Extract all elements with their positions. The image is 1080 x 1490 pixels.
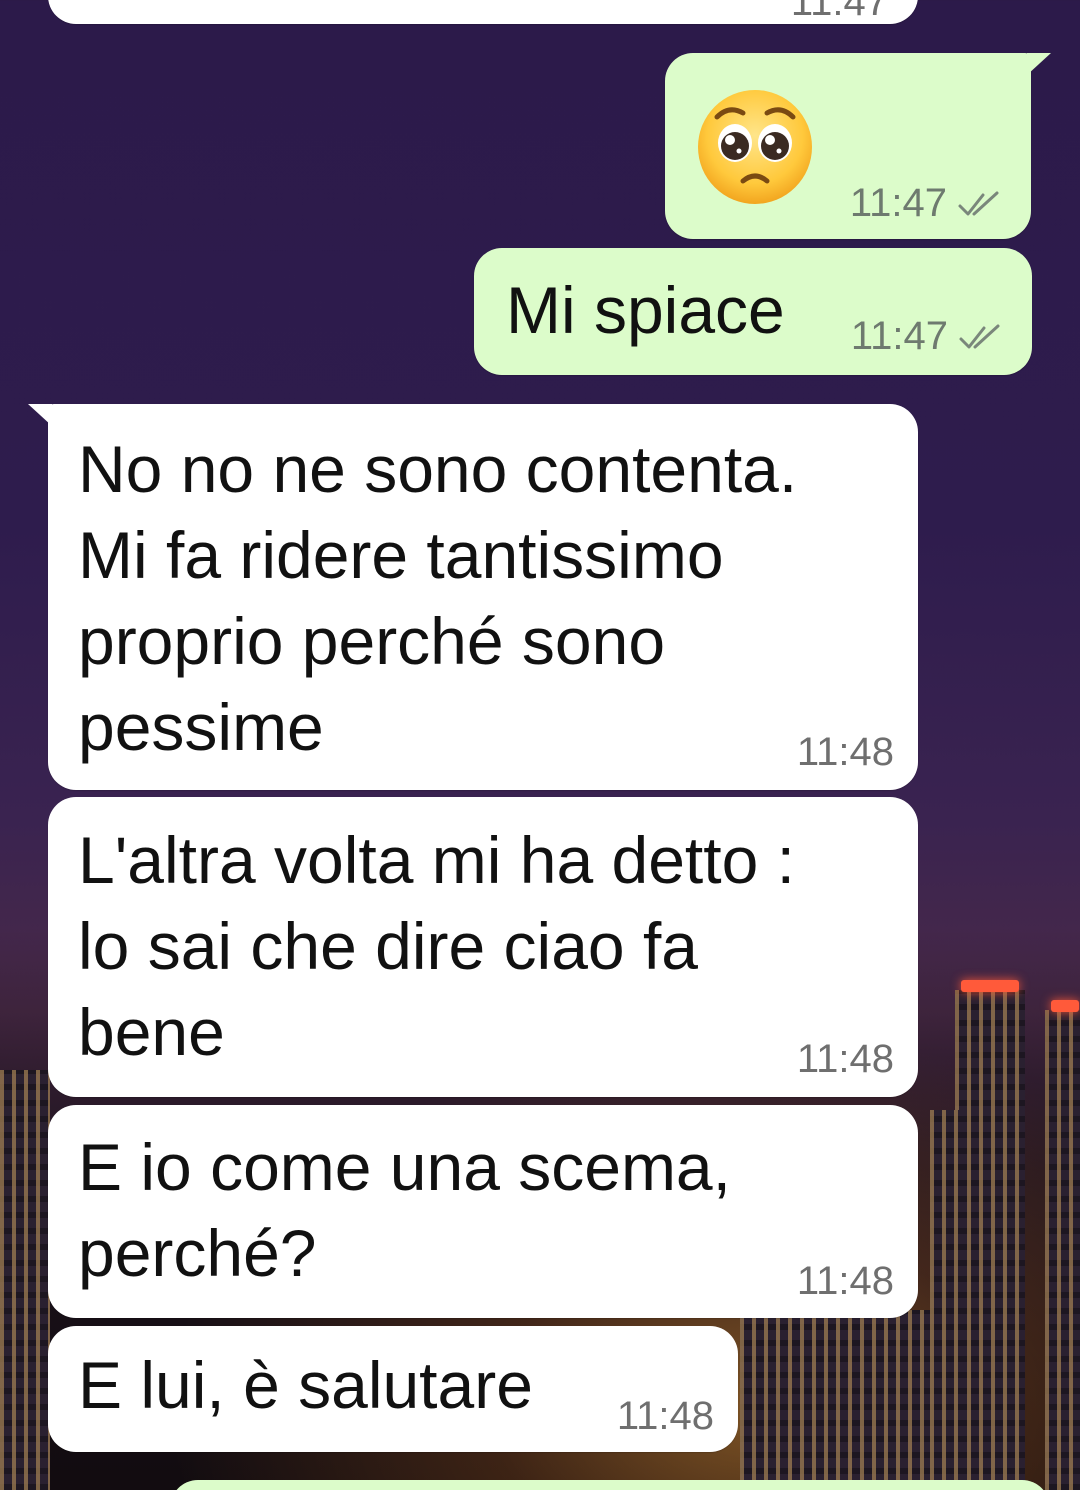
message-time-text: 11:48 [796,1037,894,1081]
double-check-read-icon [958,191,999,215]
message-time-text: 11:47 [849,181,947,225]
message-time-text: 11:48 [796,730,894,774]
message-meta: 11:47 [851,314,1002,359]
building-decoration [740,1310,930,1490]
message-meta: 11:47 [850,181,1001,226]
message-time-text: 11:48 [796,1259,894,1303]
message-time-text: 11:48 [616,1394,714,1438]
message-bubble-outgoing[interactable]: Mi spiace 11:47 [474,248,1032,375]
message-meta: 11:48 [617,1394,714,1439]
message-bubble-outgoing-partial[interactable] [170,1480,1050,1490]
message-bubble-incoming[interactable]: No no ne sono contenta. Mi fa ridere tan… [28,404,918,790]
message-bubble-incoming[interactable]: L'altra volta mi ha detto : lo sai che d… [48,797,918,1097]
message-bubble-outgoing[interactable]: 11:47 [665,53,1051,239]
bubble-tail [1027,53,1051,75]
message-text: L'altra volta mi ha detto : lo sai che d… [78,823,795,1069]
building-decoration [930,1110,960,1490]
building-decoration [955,980,1025,1490]
message-time: 11:47 [791,0,888,25]
message-time-text: 11:47 [850,314,948,358]
message-bubble-incoming[interactable]: E lui, è salutare 11:48 [48,1326,738,1452]
message-bubble-partial[interactable]: 11:47 [48,0,918,24]
building-decoration [0,1070,50,1490]
message-text: No no ne sono contenta. Mi fa ridere tan… [78,432,798,764]
message-time-text: 11:47 [790,0,888,24]
message-text: E lui, è salutare [78,1348,533,1422]
message-text: E io come una scema, perché? [78,1130,731,1290]
message-bubble-incoming[interactable]: E io come una scema, perché? 11:48 [48,1105,918,1318]
double-check-read-icon [959,324,1000,348]
message-text: Mi spiace [506,273,785,347]
message-meta: 11:48 [797,1037,894,1082]
bubble-tail [28,404,52,426]
message-meta: 11:48 [797,1259,894,1304]
pleading-face-emoji-icon [695,87,815,212]
message-meta: 11:48 [797,730,894,775]
building-decoration [1045,1000,1080,1490]
